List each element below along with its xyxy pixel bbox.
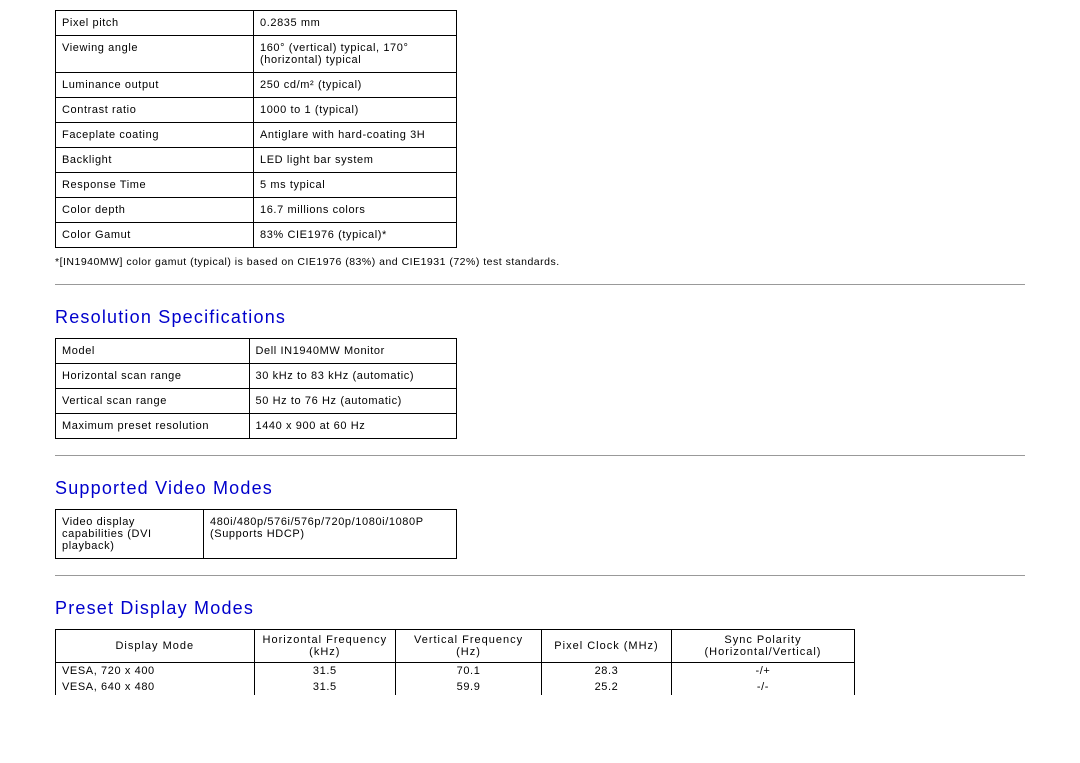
table-row: Viewing angle160° (vertical) typical, 17… (56, 36, 457, 73)
divider (55, 284, 1025, 285)
cell: 31.5 (254, 679, 395, 695)
spec-value: 0.2835 mm (254, 11, 457, 36)
spec-value: Antiglare with hard-coating 3H (254, 123, 457, 148)
divider (55, 575, 1025, 576)
spec-label: Pixel pitch (56, 11, 254, 36)
color-gamut-footnote: *[IN1940MW] color gamut (typical) is bas… (55, 256, 1025, 268)
video-modes-table: Video display capabilities (DVI playback… (55, 509, 457, 559)
cell: -/+ (671, 663, 854, 680)
table-row: Response Time5 ms typical (56, 173, 457, 198)
table-row: Color Gamut83% CIE1976 (typical)* (56, 223, 457, 248)
spec-label: Maximum preset resolution (56, 414, 250, 439)
spec-value: 30 kHz to 83 kHz (automatic) (249, 364, 457, 389)
table-row: Vertical scan range50 Hz to 76 Hz (autom… (56, 389, 457, 414)
spec-label: Vertical scan range (56, 389, 250, 414)
preset-heading: Preset Display Modes (55, 598, 1025, 619)
flat-panel-spec-table: Pixel pitch0.2835 mmViewing angle160° (v… (55, 10, 457, 248)
spec-value: LED light bar system (254, 148, 457, 173)
spec-value: 16.7 millions colors (254, 198, 457, 223)
resolution-heading: Resolution Specifications (55, 307, 1025, 328)
cell: VESA, 720 x 400 (56, 663, 255, 680)
table-row: Color depth16.7 millions colors (56, 198, 457, 223)
spec-value: 1000 to 1 (typical) (254, 98, 457, 123)
spec-label: Response Time (56, 173, 254, 198)
cell: 59.9 (396, 679, 542, 695)
table-row: VESA, 720 x 40031.570.128.3-/+ (56, 663, 855, 680)
spec-label: Faceplate coating (56, 123, 254, 148)
spec-label: Model (56, 339, 250, 364)
spec-label: Contrast ratio (56, 98, 254, 123)
spec-value: 1440 x 900 at 60 Hz (249, 414, 457, 439)
divider (55, 455, 1025, 456)
spec-value: 83% CIE1976 (typical)* (254, 223, 457, 248)
spec-value: 50 Hz to 76 Hz (automatic) (249, 389, 457, 414)
spec-label: Color Gamut (56, 223, 254, 248)
spec-value: 250 cd/m² (typical) (254, 73, 457, 98)
cell: 28.3 (542, 663, 672, 680)
spec-label: Color depth (56, 198, 254, 223)
cell: 70.1 (396, 663, 542, 680)
column-header: Pixel Clock (MHz) (542, 630, 672, 663)
spec-label: Horizontal scan range (56, 364, 250, 389)
video-modes-heading: Supported Video Modes (55, 478, 1025, 499)
column-header: Sync Polarity (Horizontal/Vertical) (671, 630, 854, 663)
cell: VESA, 640 x 480 (56, 679, 255, 695)
video-modes-value: 480i/480p/576i/576p/720p/1080i/1080P (Su… (204, 510, 457, 559)
column-header: Vertical Frequency (Hz) (396, 630, 542, 663)
spec-value: 5 ms typical (254, 173, 457, 198)
table-row: ModelDell IN1940MW Monitor (56, 339, 457, 364)
table-row: Luminance output250 cd/m² (typical) (56, 73, 457, 98)
spec-value: Dell IN1940MW Monitor (249, 339, 457, 364)
table-row: BacklightLED light bar system (56, 148, 457, 173)
cell: 31.5 (254, 663, 395, 680)
column-header: Display Mode (56, 630, 255, 663)
table-row: Contrast ratio1000 to 1 (typical) (56, 98, 457, 123)
spec-label: Backlight (56, 148, 254, 173)
table-row: Maximum preset resolution1440 x 900 at 6… (56, 414, 457, 439)
cell: 25.2 (542, 679, 672, 695)
video-modes-label: Video display capabilities (DVI playback… (56, 510, 204, 559)
column-header: Horizontal Frequency (kHz) (254, 630, 395, 663)
table-row: Faceplate coatingAntiglare with hard-coa… (56, 123, 457, 148)
preset-display-modes-table: Display ModeHorizontal Frequency (kHz)Ve… (55, 629, 855, 695)
table-row: Pixel pitch0.2835 mm (56, 11, 457, 36)
table-row: VESA, 640 x 48031.559.925.2-/- (56, 679, 855, 695)
table-row: Horizontal scan range30 kHz to 83 kHz (a… (56, 364, 457, 389)
resolution-spec-table: ModelDell IN1940MW MonitorHorizontal sca… (55, 338, 457, 439)
spec-value: 160° (vertical) typical, 170° (horizonta… (254, 36, 457, 73)
spec-label: Luminance output (56, 73, 254, 98)
cell: -/- (671, 679, 854, 695)
spec-label: Viewing angle (56, 36, 254, 73)
